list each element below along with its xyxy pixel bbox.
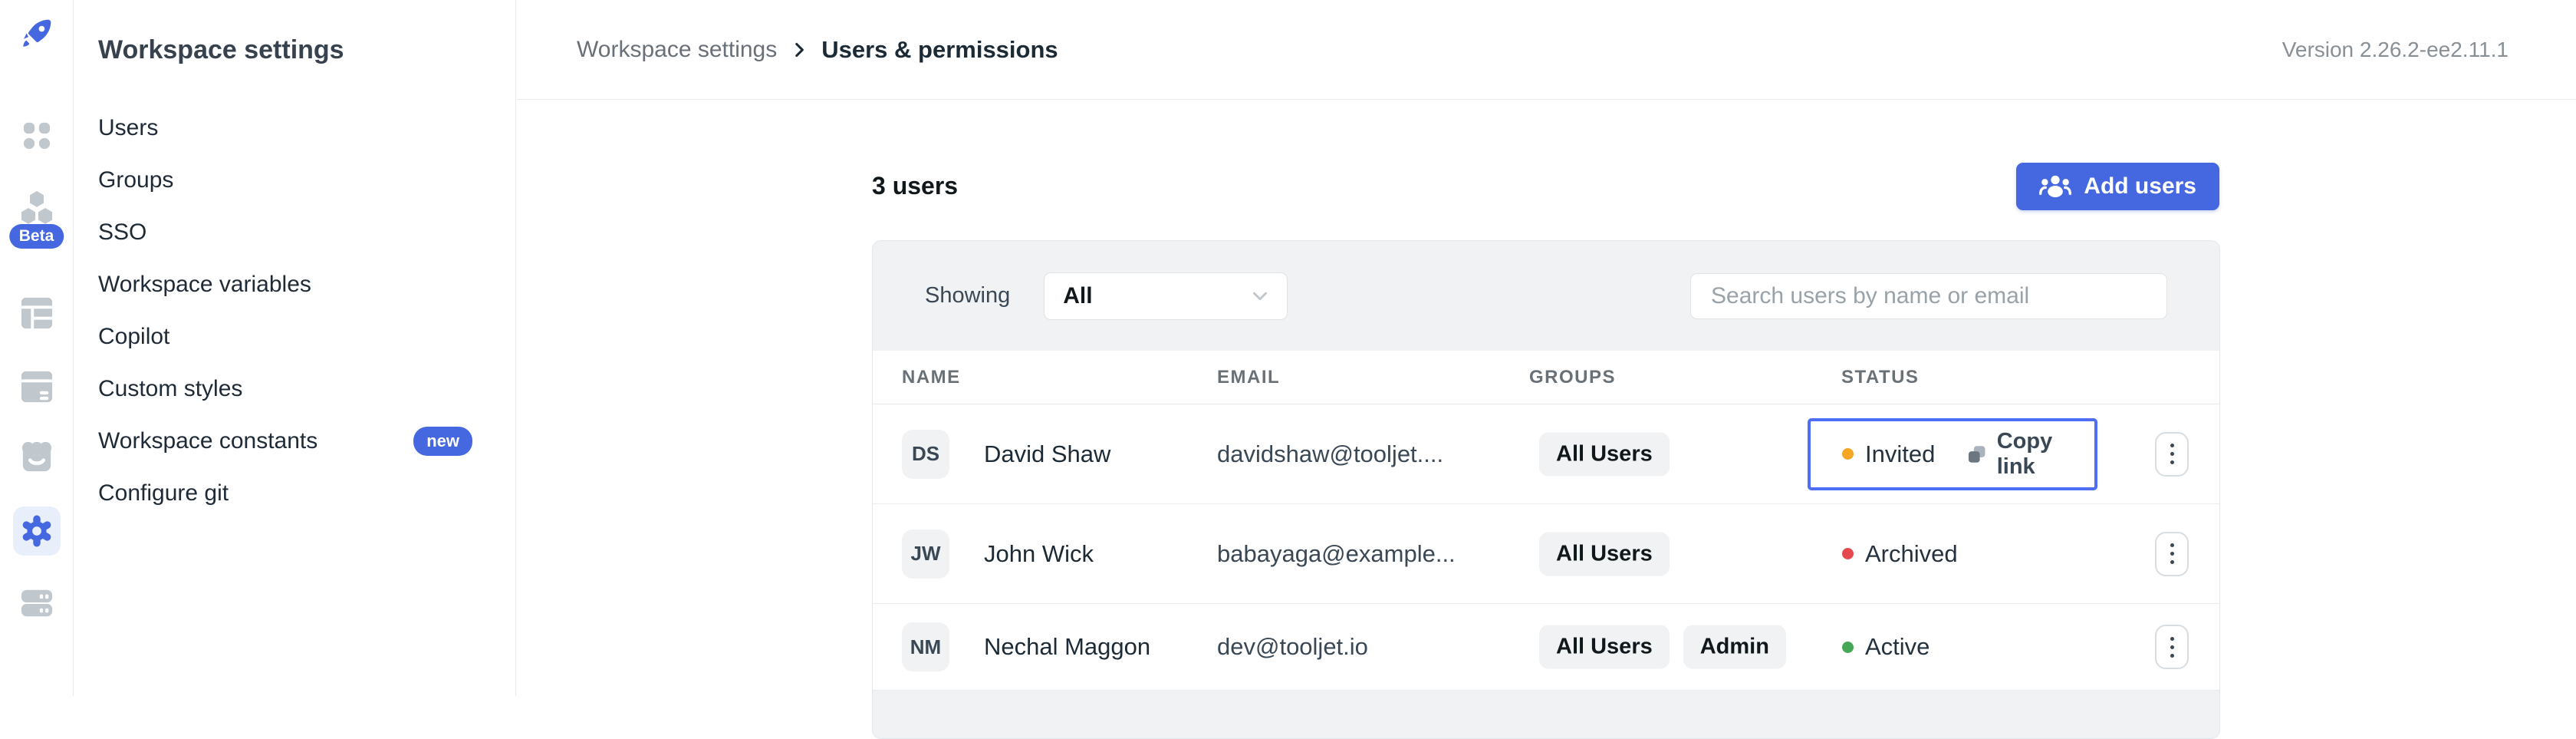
add-users-button[interactable]: Add users [2016, 163, 2219, 210]
column-header-name: NAME [902, 366, 961, 388]
status: Invited [1842, 440, 1935, 468]
sidebar-item-label: SSO [98, 219, 147, 245]
filter-bar: Showing All [873, 241, 2219, 351]
datasources-icon[interactable] [20, 370, 54, 407]
users-table: NAME EMAIL GROUPS STATUS DS David Shaw d… [873, 351, 2219, 691]
copy-link-label: Copy link [1996, 428, 2053, 479]
sidebar-item-label: Copilot [98, 324, 170, 349]
sidebar-item-groups[interactable]: Groups [74, 154, 515, 206]
user-status-filter-select[interactable]: All [1044, 272, 1288, 320]
column-header-email: EMAIL [1217, 366, 1281, 388]
group-badge: All Users [1539, 532, 1670, 576]
marketplace-shop-icon[interactable] [20, 439, 54, 477]
group-badge: All Users [1539, 432, 1670, 476]
group-badge: Admin [1683, 625, 1786, 669]
sidebar-title: Workspace settings [98, 35, 344, 64]
sidebar-item-configure-git[interactable]: Configure git [74, 467, 515, 520]
group-badge: All Users [1539, 625, 1670, 669]
status-text: Invited [1865, 440, 1936, 467]
invited-status-highlight-box: Invited Copy link [1808, 417, 2097, 490]
chevron-right-icon [789, 40, 809, 60]
breadcrumb-parent[interactable]: Workspace settings [577, 37, 777, 63]
sidebar-item-workspace-variables[interactable]: Workspace variables [74, 259, 515, 311]
beta-badge: Beta [8, 224, 64, 249]
user-name: David Shaw [984, 440, 1111, 467]
select-value: All [1063, 282, 1093, 308]
new-badge: new [413, 427, 472, 456]
sidebar-item-label: Workspace constants [98, 428, 318, 454]
row-actions-kebab-menu[interactable] [2155, 431, 2189, 477]
sidebar-item-label: Groups [98, 167, 174, 193]
copy-icon [1969, 445, 1985, 463]
table-header-row: NAME EMAIL GROUPS STATUS [873, 351, 2219, 404]
user-name: Nechal Maggon [984, 633, 1151, 660]
users-page: 3 users Add users Showing All Search use… [517, 100, 2576, 739]
database-table-icon[interactable] [20, 296, 54, 334]
content-area: Workspace settings Users & permissions V… [517, 0, 2576, 739]
showing-label: Showing [925, 283, 1011, 308]
sidebar-item-sso[interactable]: SSO [74, 206, 515, 259]
users-card: Showing All NAME EMAIL GROUPS STATUS [872, 240, 2220, 739]
audit-logs-icon[interactable] [20, 586, 54, 624]
user-groups: All Users [1539, 532, 1670, 576]
settings-gear-icon [22, 515, 51, 547]
sidebar-item-label: Custom styles [98, 376, 243, 401]
settings-gear-active[interactable] [12, 506, 61, 556]
apps-grid-icon[interactable] [22, 121, 51, 154]
status-dot [1842, 448, 1854, 460]
workspace-settings-sidebar: Workspace settings Users Groups SSO Work… [74, 0, 516, 696]
icon-rail: Beta [0, 0, 74, 696]
table-row: JW John Wick babayaga@example... All Use… [873, 504, 2219, 604]
status: Active [1842, 633, 1930, 661]
table-row: DS David Shaw davidshaw@tooljet.... All … [873, 404, 2219, 504]
avatar: DS [902, 429, 949, 479]
user-name: John Wick [984, 539, 1094, 567]
chevron-down-icon [1249, 285, 1272, 308]
sidebar-item-users[interactable]: Users [74, 102, 515, 154]
avatar: JW [902, 529, 949, 579]
column-header-groups: GROUPS [1529, 366, 1617, 388]
sidebar-item-label: Users [98, 115, 159, 140]
user-email: babayaga@example... [1217, 539, 1456, 567]
user-groups: All Users Admin [1539, 625, 1786, 669]
sidebar-item-label: Workspace variables [98, 272, 311, 297]
content-header: Workspace settings Users & permissions V… [517, 0, 2576, 100]
table-row: NM Nechal Maggon dev@tooljet.io All User… [873, 604, 2219, 691]
copy-invite-link[interactable]: Copy link [1967, 429, 2094, 480]
column-header-status: STATUS [1841, 366, 1920, 388]
row-actions-kebab-menu[interactable] [2155, 625, 2189, 669]
users-count: 3 users [872, 172, 959, 200]
row-actions-kebab-menu[interactable] [2155, 531, 2189, 576]
status: Archived [1842, 540, 1958, 568]
avatar: NM [902, 622, 949, 671]
sidebar-item-custom-styles[interactable]: Custom styles [74, 363, 515, 415]
status-dot [1842, 548, 1854, 559]
status-text: Active [1865, 633, 1930, 660]
tooljet-logo rocket-icon[interactable] [20, 17, 54, 54]
add-users-icon [2039, 174, 2072, 199]
user-groups: All Users [1539, 432, 1670, 476]
sidebar-item-label: Configure git [98, 480, 229, 506]
version-label: Version 2.26.2-ee2.11.1 [2282, 37, 2509, 61]
user-email: dev@tooljet.io [1217, 633, 1368, 660]
sidebar-item-workspace-constants[interactable]: Workspace constants new [74, 415, 515, 467]
user-email: davidshaw@tooljet.... [1217, 440, 1444, 467]
sidebar-menu: Users Groups SSO Workspace variables Cop… [74, 102, 515, 520]
status-dot [1842, 641, 1854, 653]
add-users-label: Add users [2084, 173, 2196, 199]
sidebar-item-copilot[interactable]: Copilot [74, 311, 515, 363]
status-text: Archived [1865, 539, 1958, 567]
breadcrumb-current: Users & permissions [821, 35, 1058, 63]
search-users-input[interactable] [1690, 272, 2167, 319]
